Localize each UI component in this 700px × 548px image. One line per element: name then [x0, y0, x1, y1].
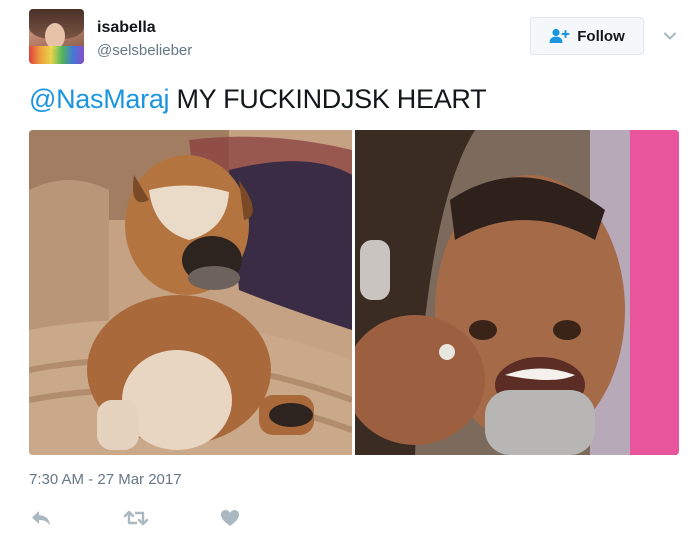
follow-button[interactable]: Follow [530, 17, 644, 55]
retweet-icon[interactable] [123, 507, 149, 529]
mention-link[interactable]: @NasMaraj [29, 84, 170, 114]
bulldog-illustration [29, 130, 352, 455]
chevron-down-icon[interactable] [662, 28, 678, 44]
reply-icon[interactable] [30, 507, 52, 529]
tweet-timestamp[interactable]: 7:30 AM - 27 Mar 2017 [29, 471, 182, 488]
crying-woman-illustration [355, 130, 679, 455]
photo-crying-woman[interactable] [355, 130, 679, 455]
tweet-body: MY FUCKINDJSK HEART [169, 84, 487, 114]
heart-icon[interactable] [219, 507, 241, 529]
photo-bulldog[interactable] [29, 130, 352, 455]
display-name[interactable]: isabella [97, 19, 156, 37]
user-handle[interactable]: @selsbelieber [97, 42, 192, 59]
add-person-icon [549, 28, 570, 43]
tweet-media[interactable] [29, 130, 679, 455]
avatar[interactable] [29, 9, 84, 64]
tweet-text: @NasMaraj MY FUCKINDJSK HEART [29, 84, 487, 115]
follow-label: Follow [577, 27, 625, 45]
avatar-rainbow-flag [29, 46, 84, 64]
